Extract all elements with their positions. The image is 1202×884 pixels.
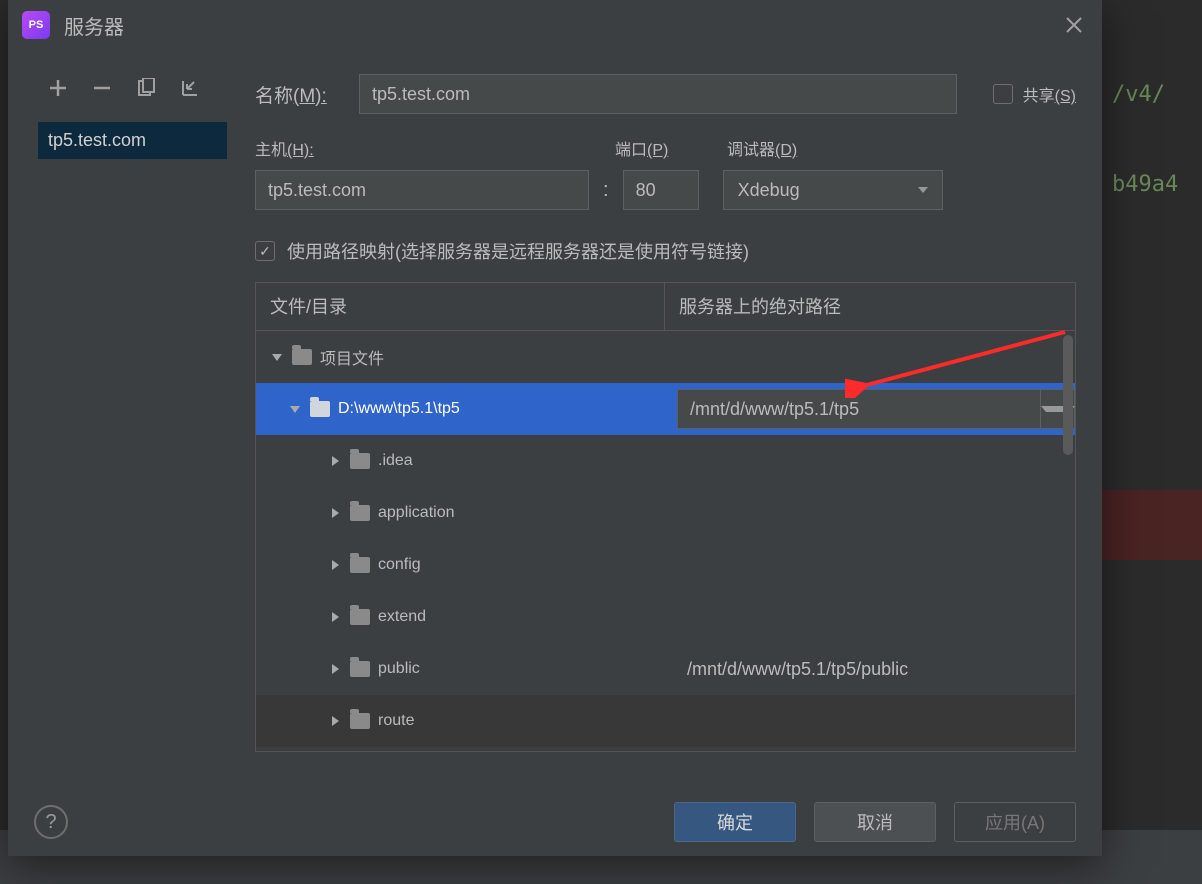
apply-button[interactable]: 应用(A) [954,802,1076,842]
folder-icon [350,661,370,677]
port-label: 端口(P) [615,136,727,160]
tree-row[interactable]: extend [256,591,1075,643]
path-mapping-tree: 文件/目录 服务器上的绝对路径 项目文件 [255,282,1076,752]
tree-row[interactable]: route [256,695,1075,747]
cancel-button[interactable]: 取消 [814,802,936,842]
tree-item-label: extend [378,608,426,626]
chevron-down-icon[interactable] [270,354,284,361]
copy-icon[interactable] [136,78,156,98]
path-mapping-label: 使用路径映射(选择服务器是远程服务器还是使用符号链接) [287,238,749,264]
servers-settings-dialog: PS 服务器 tp5.test.com 名称(M): [8,0,1102,856]
name-label: 名称(M): [255,81,343,108]
share-label: 共享(S) [1023,82,1076,106]
folder-icon [310,401,330,417]
tree-item-label: public [378,660,420,678]
chevron-right-icon[interactable] [328,716,342,726]
tree-row[interactable]: application [256,487,1075,539]
servers-toolbar [38,68,227,108]
name-input[interactable] [359,74,957,114]
tree-item-label: .idea [378,452,413,470]
tree-row[interactable]: public/mnt/d/www/tp5.1/tp5/public [256,643,1075,695]
tree-remote-value: /mnt/d/www/tp5.1/tp5/public [677,659,1075,680]
tree-row[interactable]: .idea [256,435,1075,487]
tree-item-label: config [378,556,421,574]
scrollbar[interactable] [1063,335,1073,455]
folder-icon [350,609,370,625]
tree-row-selected[interactable]: D:\www\tp5.1\tp5 /mnt/d/www/tp5.1/tp5 [256,383,1075,435]
titlebar: PS 服务器 [8,0,1102,50]
tree-local-path: D:\www\tp5.1\tp5 [338,400,460,418]
remove-icon[interactable] [92,78,112,98]
folder-icon [350,505,370,521]
tree-item-label: route [378,712,414,730]
bg-code-line: /v4/ [1112,82,1165,107]
colon-separator: : [603,179,609,202]
folder-icon [350,557,370,573]
help-icon[interactable]: ? [34,805,68,839]
close-icon[interactable] [1060,11,1088,39]
add-icon[interactable] [48,78,68,98]
server-form: 名称(M): 共享(S) 主机(H): 端口(P) 调试器(D) : X [235,50,1102,792]
tree-root-label: 项目文件 [320,345,384,369]
chevron-right-icon[interactable] [328,508,342,518]
tree-row[interactable]: config [256,539,1075,591]
debugger-value: Xdebug [738,180,800,201]
server-name: tp5.test.com [48,130,146,150]
debugger-label: 调试器(D) [727,136,797,160]
col-abs-path: 服务器上的绝对路径 [665,283,1075,330]
bg-code-line: b49a4 [1112,172,1178,197]
chevron-right-icon[interactable] [328,612,342,622]
share-checkbox[interactable] [993,84,1013,104]
folder-icon [292,349,312,365]
chevron-right-icon[interactable] [328,664,342,674]
chevron-right-icon[interactable] [328,456,342,466]
remote-path-value: /mnt/d/www/tp5.1/tp5 [678,399,1040,420]
phpstorm-icon: PS [22,11,50,39]
servers-side-panel: tp5.test.com [8,50,235,792]
bg-strip [1102,830,1202,884]
host-label: 主机(H): [255,136,615,160]
host-input[interactable] [255,170,589,210]
chevron-right-icon[interactable] [328,560,342,570]
folder-icon [350,453,370,469]
bg-error-strip [1102,490,1202,560]
chevron-down-icon [918,187,928,193]
remote-path-editor[interactable]: /mnt/d/www/tp5.1/tp5 [677,389,1075,429]
debugger-select[interactable]: Xdebug [723,170,943,210]
dialog-title: 服务器 [64,11,124,40]
dialog-button-bar: ? 确定 取消 应用(A) [8,792,1102,856]
tree-body[interactable]: 项目文件 D:\www\tp5.1\tp5 /mnt/d/www/tp5. [256,331,1075,751]
server-list-item[interactable]: tp5.test.com [38,122,227,159]
chevron-down-icon[interactable] [288,406,302,413]
ok-button[interactable]: 确定 [674,802,796,842]
path-mapping-checkbox[interactable] [255,241,275,261]
port-input[interactable] [623,170,699,210]
col-file-dir: 文件/目录 [256,283,665,330]
folder-icon [350,713,370,729]
tree-item-label: application [378,504,455,522]
import-icon[interactable] [180,78,200,98]
